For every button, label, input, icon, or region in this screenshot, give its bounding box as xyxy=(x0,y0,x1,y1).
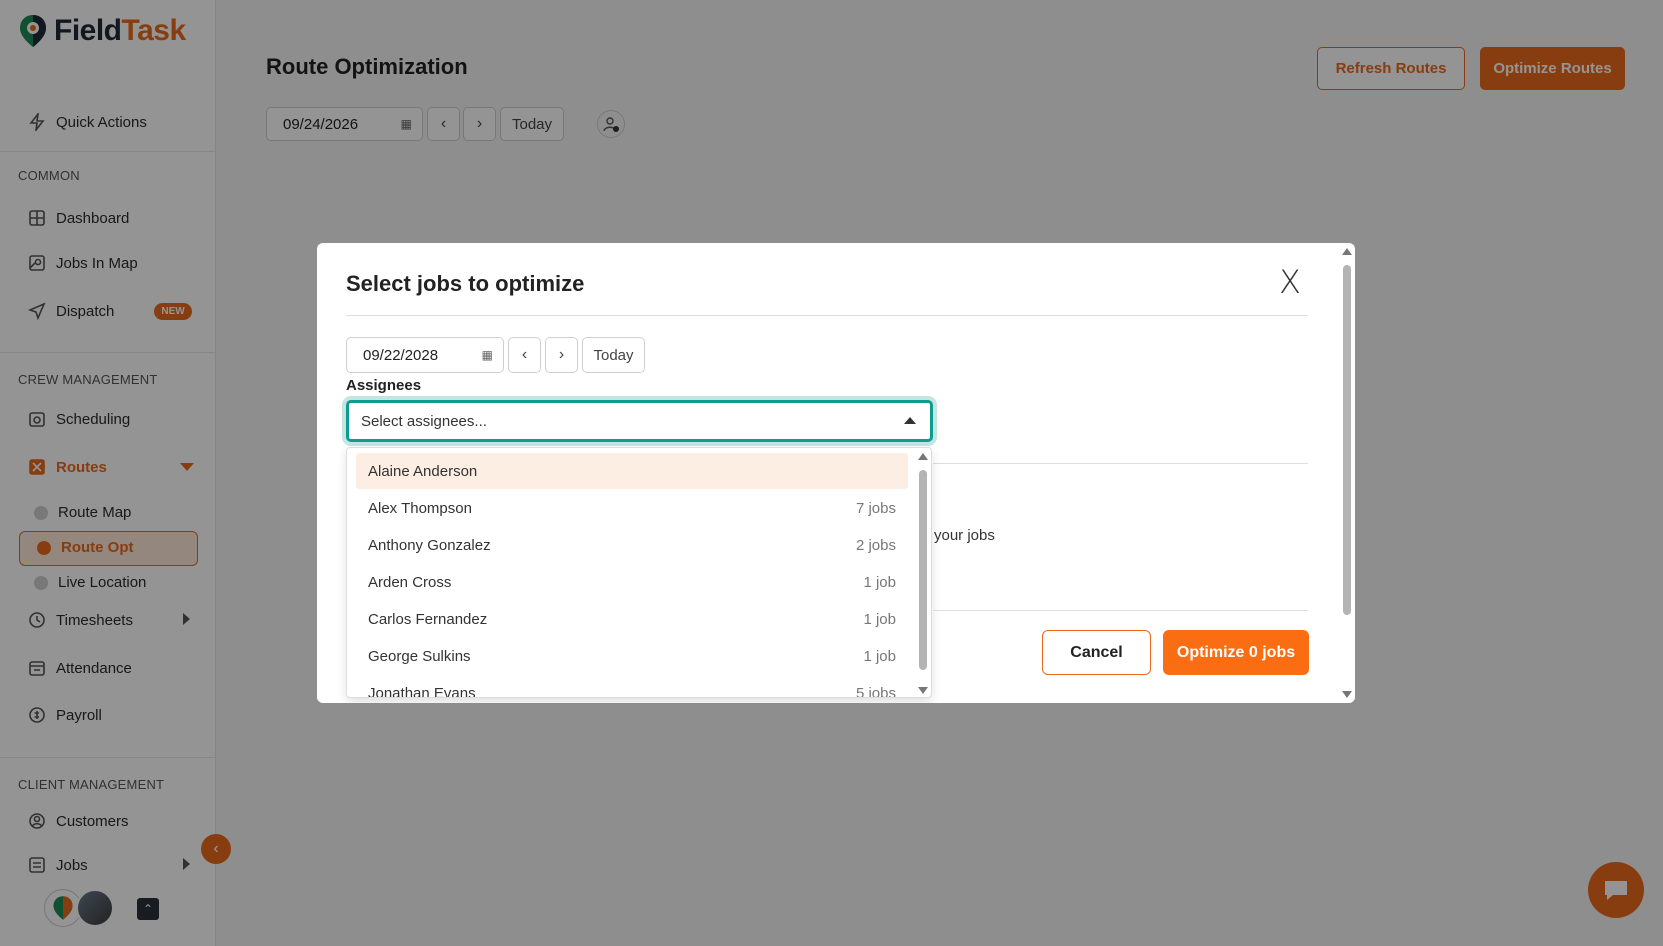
modal-date-input[interactable]: 09/22/2028 ▦ xyxy=(346,337,504,373)
scrollbar-thumb[interactable] xyxy=(1343,265,1351,615)
divider xyxy=(346,315,1308,316)
modal-scrollbar[interactable] xyxy=(1339,243,1355,703)
assignee-name: George Sulkins xyxy=(368,647,471,665)
assignees-select-placeholder: Select assignees... xyxy=(361,412,487,430)
assignee-name: Anthony Gonzalez xyxy=(368,536,491,554)
scroll-up-icon[interactable] xyxy=(1342,248,1352,255)
assignee-name: Alex Thompson xyxy=(368,499,472,517)
job-count: 1 job xyxy=(863,647,896,665)
list-item[interactable]: Anthony Gonzalez 2 jobs xyxy=(356,527,908,563)
list-item[interactable]: George Sulkins 1 job xyxy=(356,638,908,674)
scrollbar-thumb[interactable] xyxy=(919,470,927,670)
chevron-left-icon: ‹ xyxy=(521,346,528,363)
assignee-name: Carlos Fernandez xyxy=(368,610,488,628)
assignees-dropdown-list[interactable]: Alaine Anderson Alex Thompson 7 jobs Ant… xyxy=(346,447,932,698)
divider xyxy=(933,463,1308,464)
assignee-name: Arden Cross xyxy=(368,573,452,591)
jobs-hint-text: your jobs xyxy=(934,527,995,544)
select-jobs-modal: Select jobs to optimize X 09/22/2028 ▦ ‹… xyxy=(317,243,1355,703)
list-item[interactable]: Alaine Anderson xyxy=(356,453,908,489)
job-count: 7 jobs xyxy=(855,499,896,517)
scroll-down-icon[interactable] xyxy=(1342,691,1352,698)
assignees-label: Assignees xyxy=(346,377,422,394)
dropdown-scrollbar[interactable] xyxy=(915,448,931,697)
chevron-right-icon: › xyxy=(558,346,565,363)
job-count: 1 job xyxy=(863,573,896,591)
optimize-jobs-button[interactable]: Optimize 0 jobs xyxy=(1163,630,1309,675)
scroll-up-icon[interactable] xyxy=(918,453,928,460)
modal-today-button[interactable]: Today xyxy=(582,337,645,373)
assignees-select[interactable]: Select assignees... xyxy=(346,400,933,442)
job-count: 2 jobs xyxy=(855,536,896,554)
modal-prev-day-button[interactable]: ‹ xyxy=(508,337,541,373)
list-item[interactable]: Arden Cross 1 job xyxy=(356,564,908,600)
list-item[interactable]: Jonathan Evans 5 jobs xyxy=(356,675,908,698)
job-count: 5 jobs xyxy=(855,684,896,698)
close-icon[interactable]: X xyxy=(1279,263,1301,301)
list-item[interactable]: Carlos Fernandez 1 job xyxy=(356,601,908,637)
date-value: 09/22/2028 xyxy=(363,346,439,364)
scroll-down-icon[interactable] xyxy=(918,687,928,694)
modal-title: Select jobs to optimize xyxy=(346,271,585,296)
divider xyxy=(933,610,1308,611)
calendar-icon: ▦ xyxy=(481,348,493,362)
cancel-button[interactable]: Cancel xyxy=(1042,630,1151,675)
list-item[interactable]: Alex Thompson 7 jobs xyxy=(356,490,908,526)
assignee-name: Jonathan Evans xyxy=(368,684,476,698)
modal-next-day-button[interactable]: › xyxy=(545,337,578,373)
job-count: 1 job xyxy=(863,610,896,628)
caret-up-icon[interactable] xyxy=(904,417,916,424)
assignee-name: Alaine Anderson xyxy=(368,462,478,480)
